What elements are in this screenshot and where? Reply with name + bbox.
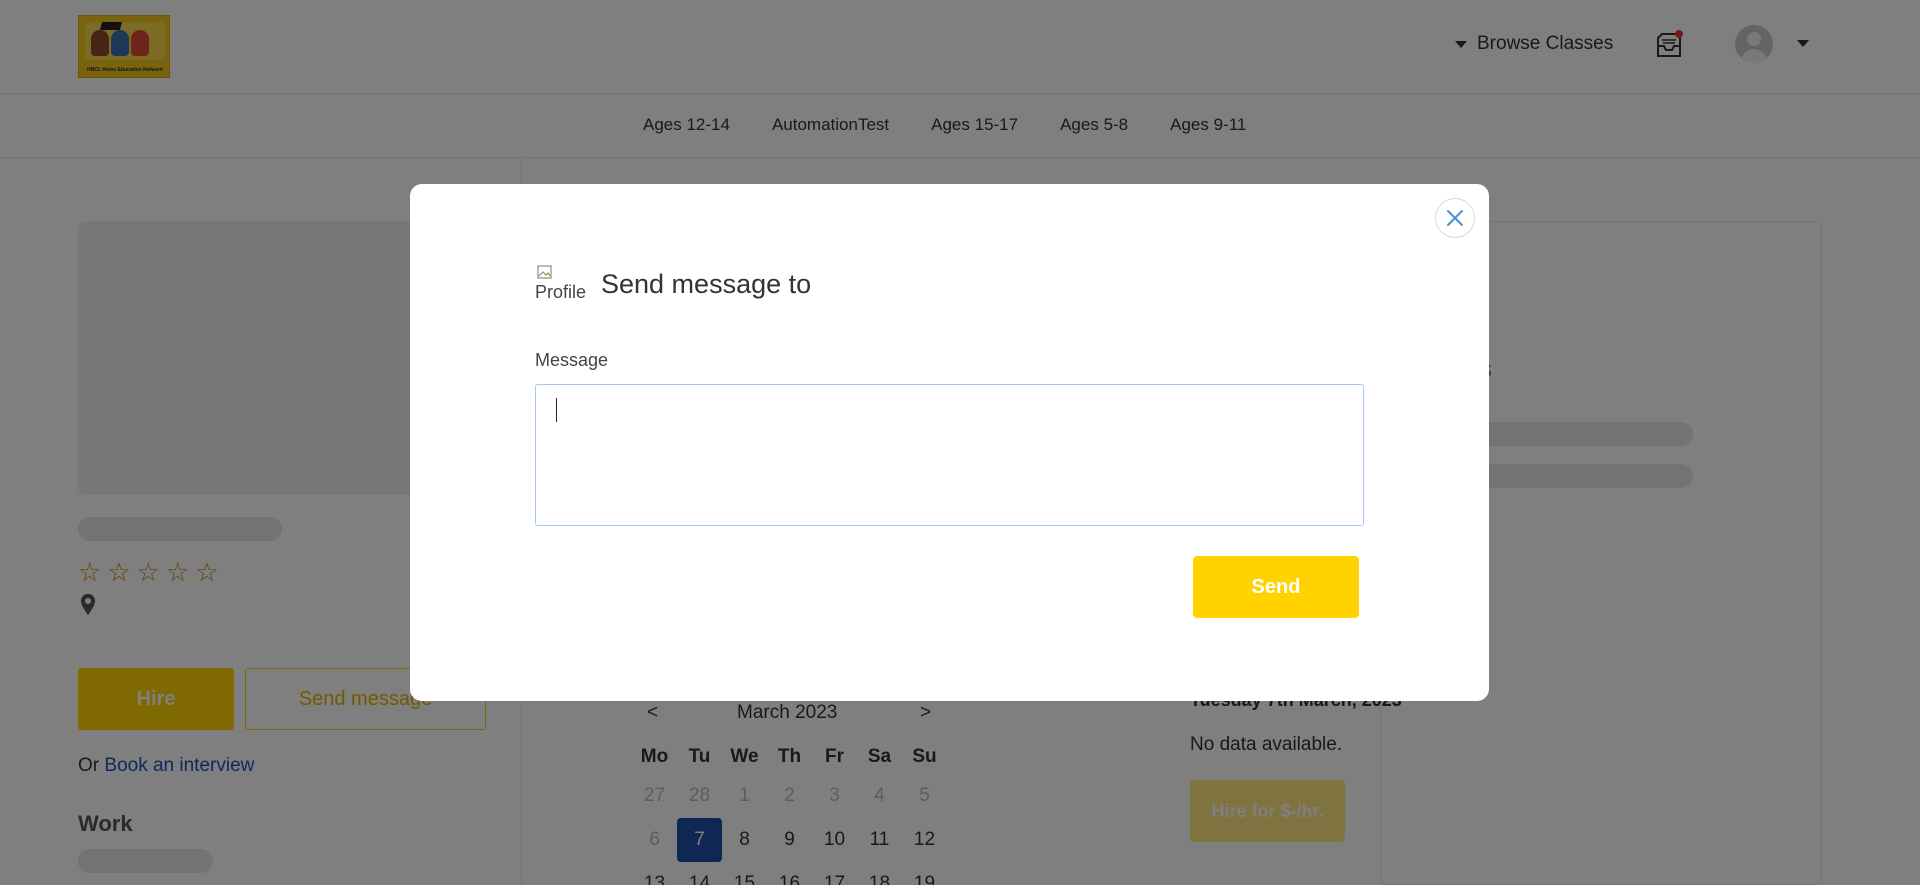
text-cursor	[556, 398, 557, 422]
broken-image-icon	[537, 265, 552, 279]
send-message-modal: Profile Send message to Message Send	[410, 184, 1489, 701]
modal-title: Send message to	[601, 268, 812, 299]
close-icon	[1447, 210, 1463, 226]
profile-image-alt: Profile	[535, 282, 587, 302]
message-textarea[interactable]	[535, 384, 1364, 526]
send-button[interactable]: Send	[1193, 556, 1359, 618]
message-label: Message	[535, 350, 609, 370]
close-modal-button[interactable]	[1435, 198, 1475, 238]
recipient-profile-image: Profile	[535, 262, 589, 306]
modal-header: Profile Send message to	[535, 262, 811, 306]
